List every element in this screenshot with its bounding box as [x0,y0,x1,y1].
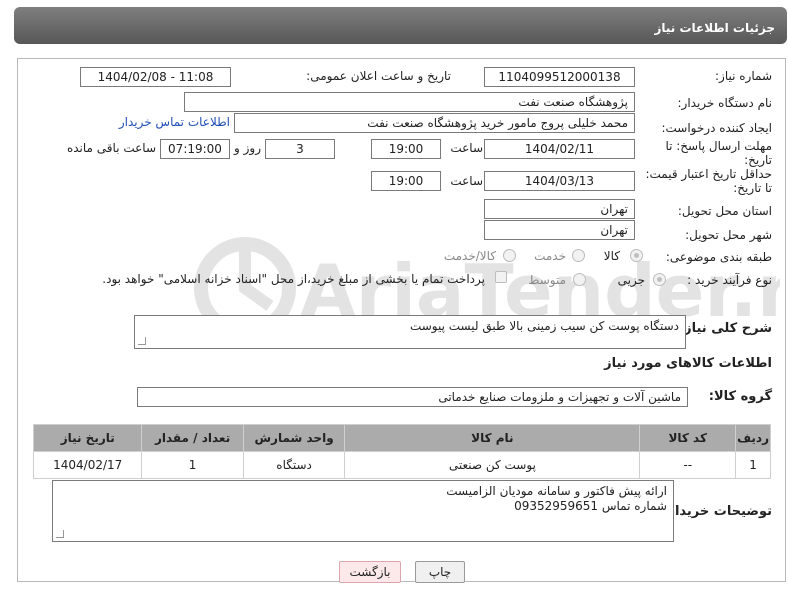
city-label: شهر محل تحویل: [685,228,772,242]
remaining-time-field[interactable]: 07:19:00 [160,139,230,159]
category-radio-goods-service[interactable] [503,249,516,262]
goods-table: ردیف کد کالا نام کالا واحد شمارش تعداد /… [32,424,771,479]
process-label: نوع فرآیند خرید : [687,273,772,287]
cell-unit: دستگاه [242,451,346,479]
resize-handle-icon[interactable] [56,530,64,538]
col-goods-name: نام کالا [344,424,641,452]
price-validity-label-date: تا تاریخ: [733,181,772,195]
process-option-medium: متوسط [528,273,566,287]
announce-field[interactable]: 1404/02/08 - 11:08 [80,67,231,87]
category-option-service: خدمت [534,249,566,263]
price-validity-label: حداقل تاریخ اعتبار قیمت: [645,167,772,181]
category-option-goods-service: کالا/خدمت [443,249,496,263]
deadline-label: مهلت ارسال پاسخ: تا [665,139,772,153]
summary-text: دستگاه پوست کن سیب زمینی بالا طبق لیست پ… [409,319,679,333]
province-label: استان محل تحویل: [677,204,772,218]
category-radio-goods[interactable] [630,249,643,262]
buyer-org-label: نام دستگاه خریدار: [677,96,773,110]
cell-goods-code: -- [639,451,737,479]
price-validity-time-field[interactable]: 19:00 [371,171,441,191]
buyer-notes-label: توضیحات خریدار: [662,504,772,519]
summary-label: شرح کلی نیاز: [678,321,772,336]
province-field[interactable]: تهران [484,199,635,219]
page-title-bar: جزئیات اطلاعات نیاز [14,7,787,44]
table-header-row: ردیف کد کالا نام کالا واحد شمارش تعداد /… [32,424,771,452]
buyer-notes-line-1: ارائه پیش فاکتور و سامانه مودیان الزامیس… [446,484,667,498]
price-validity-hour-label: ساعت [450,174,483,188]
goods-group-label: گروه کالا: [708,389,772,404]
buyer-org-field[interactable]: پژوهشگاه صنعت نفت [184,92,635,112]
remaining-label: ساعت باقی مانده [66,141,156,155]
days-field[interactable]: 3 [265,139,335,159]
price-validity-date-field[interactable]: 1404/03/13 [484,171,635,191]
back-button[interactable]: بازگشت [339,561,401,583]
deadline-label-date: تاریخ: [744,153,772,167]
table-row[interactable]: 1 -- پوست کن صنعتی دستگاه 1 1404/02/17 [32,451,771,479]
treasury-payment-note: پرداخت تمام یا بخشی از مبلغ خرید،از محل … [102,272,485,286]
creator-field[interactable]: محمد خلیلی پروج مامور خرید پژوهشگاه صنعت… [234,113,635,133]
deadline-time-field[interactable]: 19:00 [371,139,441,159]
cell-goods-name: پوست کن صنعتی [344,451,641,479]
days-label: روز و [234,141,261,155]
process-radio-medium[interactable] [573,273,586,286]
category-radio-service[interactable] [572,249,585,262]
category-option-goods: کالا [603,249,620,263]
cell-row-number: 1 [735,451,771,479]
resize-handle-icon[interactable] [138,337,146,345]
deadline-date-field[interactable]: 1404/02/11 [484,139,635,159]
need-number-label: شماره نیاز: [715,69,772,83]
buyer-notes-line-2: شماره تماس 09352959651 [514,499,667,513]
deadline-hour-label: ساعت [450,141,483,155]
col-unit: واحد شمارش [242,424,346,452]
treasury-payment-checkbox[interactable] [495,271,507,283]
cell-quantity: 1 [141,451,244,479]
goods-group-field[interactable]: ماشین آلات و تجهیزات و ملزومات صنایع خدم… [137,387,688,407]
print-button[interactable]: چاپ [415,561,465,583]
category-label: طبقه بندی موضوعی: [665,250,772,264]
col-row-number: ردیف [735,424,771,452]
col-quantity: تعداد / مقدار [141,424,244,452]
page-title: جزئیات اطلاعات نیاز [654,21,775,35]
goods-section-title: اطلاعات کالاهای مورد نیاز [604,356,772,371]
city-field[interactable]: تهران [484,220,635,240]
summary-textarea[interactable]: دستگاه پوست کن سیب زمینی بالا طبق لیست پ… [134,315,686,349]
col-need-date: تاریخ نیاز [32,424,143,452]
col-goods-code: کد کالا [639,424,737,452]
announce-label: تاریخ و ساعت اعلان عمومی: [306,69,451,83]
process-option-minor: جزیی [617,273,645,287]
buyer-contact-link[interactable]: اطلاعات تماس خریدار [119,115,230,129]
creator-label: ایجاد کننده درخواست: [661,121,772,135]
buyer-notes-textarea[interactable]: ارائه پیش فاکتور و سامانه مودیان الزامیس… [52,480,674,542]
need-number-field[interactable]: 1104099512000138 [484,67,635,87]
cell-need-date: 1404/02/17 [32,451,143,479]
process-radio-minor[interactable] [653,273,666,286]
